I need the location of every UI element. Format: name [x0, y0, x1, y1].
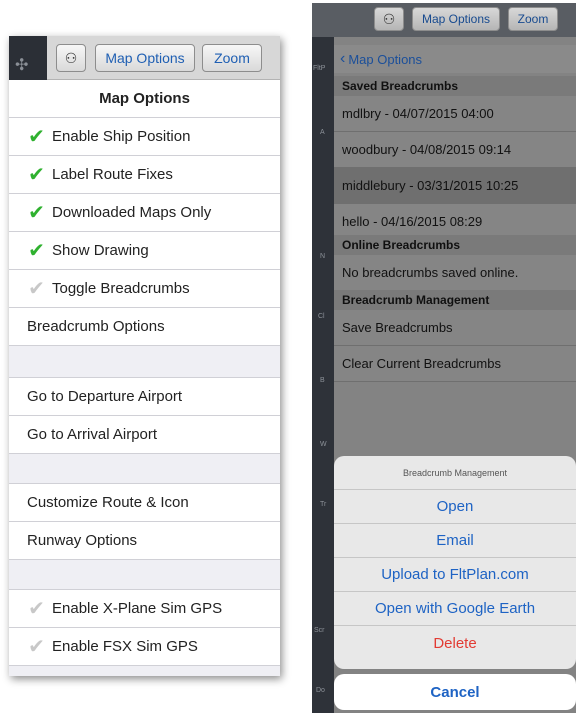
- delete-button[interactable]: Delete: [334, 626, 576, 660]
- section-gap: [9, 560, 280, 590]
- breadcrumb-item-selected[interactable]: middlebury - 03/31/2015 10:25: [334, 168, 576, 204]
- back-label: Map Options: [348, 51, 423, 67]
- action-sheet: Breadcrumb Management Open Email Upload …: [334, 456, 576, 669]
- side-label: B: [320, 377, 325, 384]
- section-gap: [9, 346, 280, 378]
- side-label: Do: [316, 687, 325, 694]
- toggle-ship-position[interactable]: ✔ Enable Ship Position: [9, 118, 280, 156]
- map-edge: ✣: [9, 36, 47, 80]
- customize-route-item[interactable]: Customize Route & Icon: [9, 484, 280, 522]
- top-toolbar: ⚇ Map Options Zoom: [312, 3, 576, 37]
- checked-icon: ✔: [28, 201, 45, 224]
- upload-button[interactable]: Upload to FltPlan.com: [334, 558, 576, 592]
- breadcrumb-item[interactable]: mdlbry - 04/07/2015 04:00: [334, 96, 576, 132]
- pilot-icon: ⚇: [382, 10, 396, 27]
- go-arrival-item[interactable]: Go to Arrival Airport: [9, 416, 280, 454]
- breadcrumb-item[interactable]: woodbury - 04/08/2015 09:14: [334, 132, 576, 168]
- action-sheet-title: Breadcrumb Management: [334, 456, 576, 490]
- toggle-label-route-fixes[interactable]: ✔ Label Route Fixes: [9, 156, 280, 194]
- toggle-label: Enable FSX Sim GPS: [52, 638, 198, 655]
- section-gap: [9, 454, 280, 484]
- checked-icon: ✔: [28, 125, 45, 148]
- toggle-downloaded-maps[interactable]: ✔ Downloaded Maps Only: [9, 194, 280, 232]
- section-header-saved: Saved Breadcrumbs: [334, 76, 576, 96]
- pilot-icon-button[interactable]: ⚇: [374, 7, 404, 31]
- section-header-online: Online Breadcrumbs: [334, 235, 576, 255]
- map-options-button[interactable]: Map Options: [412, 7, 500, 31]
- zoom-button[interactable]: Zoom: [508, 7, 558, 31]
- chevron-left-icon: ‹: [340, 50, 346, 67]
- zoom-button[interactable]: Zoom: [202, 44, 262, 72]
- menu-title: Map Options: [9, 80, 280, 118]
- google-earth-button[interactable]: Open with Google Earth: [334, 592, 576, 626]
- section-gap: [9, 666, 280, 676]
- toggle-label: Enable Ship Position: [52, 128, 191, 145]
- breadcrumb-options-item[interactable]: Breadcrumb Options: [9, 308, 280, 346]
- email-button[interactable]: Email: [334, 524, 576, 558]
- toggle-xplane-gps[interactable]: ✔ Enable X-Plane Sim GPS: [9, 590, 280, 628]
- checked-icon: ✔: [28, 239, 45, 262]
- runway-options-item[interactable]: Runway Options: [9, 522, 280, 560]
- toggle-show-drawing[interactable]: ✔ Show Drawing: [9, 232, 280, 270]
- top-toolbar: ✣ ⚇ Map Options Zoom: [9, 36, 280, 80]
- unchecked-icon: ✔: [28, 277, 45, 300]
- cancel-button[interactable]: Cancel: [334, 674, 576, 710]
- unchecked-icon: ✔: [28, 597, 45, 620]
- map-options-button[interactable]: Map Options: [95, 44, 195, 72]
- side-label: W: [320, 441, 327, 448]
- toggle-label: Enable X-Plane Sim GPS: [52, 600, 223, 617]
- item-label: Go to Arrival Airport: [27, 426, 158, 443]
- side-label: A: [320, 129, 325, 136]
- online-empty-text: No breadcrumbs saved online.: [334, 255, 576, 291]
- checked-icon: ✔: [28, 163, 45, 186]
- item-label: Runway Options: [27, 532, 138, 549]
- toggle-label: Show Drawing: [52, 242, 149, 259]
- open-button[interactable]: Open: [334, 490, 576, 524]
- pilot-icon: ⚇: [64, 49, 78, 66]
- clear-breadcrumbs-item[interactable]: Clear Current Breadcrumbs: [334, 346, 576, 382]
- breadcrumbs-screen: ⚇ Map Options Zoom FltP A N Cl B W Tr Sc…: [312, 3, 576, 713]
- section-header-management: Breadcrumb Management: [334, 290, 576, 310]
- side-label: FltP: [313, 65, 326, 72]
- side-label: Scr: [314, 627, 325, 634]
- back-nav[interactable]: ‹ Map Options: [334, 45, 576, 73]
- save-breadcrumbs-item[interactable]: Save Breadcrumbs: [334, 310, 576, 346]
- side-label: Tr: [320, 501, 327, 508]
- toggle-fsx-gps[interactable]: ✔ Enable FSX Sim GPS: [9, 628, 280, 666]
- item-label: Customize Route & Icon: [27, 494, 189, 511]
- compass-icon: ✣: [15, 57, 29, 74]
- item-label: Go to Departure Airport: [27, 388, 183, 405]
- toggle-label: Label Route Fixes: [52, 166, 173, 183]
- side-label: Cl: [318, 313, 325, 320]
- toggle-label: Downloaded Maps Only: [52, 204, 212, 221]
- map-options-panel: ✣ ⚇ Map Options Zoom Map Options ✔ Enabl…: [9, 36, 280, 676]
- unchecked-icon: ✔: [28, 635, 45, 658]
- go-departure-item[interactable]: Go to Departure Airport: [9, 378, 280, 416]
- pilot-icon-button[interactable]: ⚇: [56, 44, 86, 72]
- item-label: Breadcrumb Options: [27, 318, 165, 335]
- map-options-list: Map Options ✔ Enable Ship Position ✔ Lab…: [9, 80, 280, 676]
- side-label: N: [320, 253, 326, 260]
- side-toolbar: FltP A N Cl B W Tr Scr Do: [312, 37, 334, 713]
- toggle-label: Toggle Breadcrumbs: [52, 280, 190, 297]
- toggle-breadcrumbs[interactable]: ✔ Toggle Breadcrumbs: [9, 270, 280, 308]
